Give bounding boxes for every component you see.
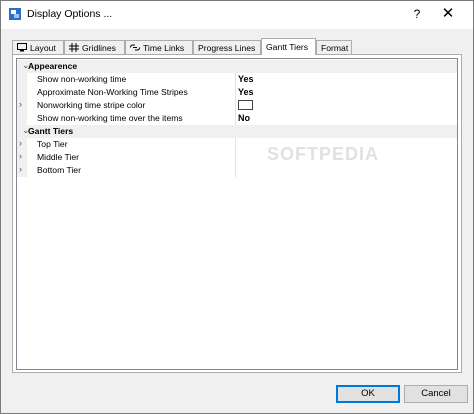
category-appearence[interactable]: ⌄ Appearence bbox=[17, 60, 457, 73]
property-name: Show non-working time bbox=[37, 74, 127, 84]
chevron-right-icon[interactable]: › bbox=[19, 164, 22, 174]
property-value[interactable] bbox=[235, 164, 457, 177]
category-label: Gantt Tiers bbox=[28, 126, 74, 136]
color-swatch[interactable] bbox=[238, 100, 253, 110]
close-button[interactable]: ✕ bbox=[437, 5, 459, 23]
tab-layout[interactable]: Layout bbox=[12, 40, 64, 54]
property-name: Show non-working time over the items bbox=[37, 113, 183, 123]
link-icon bbox=[130, 44, 140, 51]
property-grid: ⌄ Appearence Show non-working time Yes A… bbox=[16, 58, 458, 370]
property-row[interactable]: › Top Tier bbox=[17, 138, 457, 151]
row-gutter bbox=[17, 86, 27, 99]
tab-label: Gantt Tiers bbox=[266, 42, 309, 52]
property-value[interactable] bbox=[235, 99, 457, 112]
property-row[interactable]: › Bottom Tier bbox=[17, 164, 457, 177]
title-bar: Display Options ... ? ✕ bbox=[1, 1, 473, 29]
chevron-right-icon[interactable]: › bbox=[19, 138, 22, 148]
tab-label: Layout bbox=[30, 42, 56, 53]
value-text: Yes bbox=[238, 87, 254, 97]
tab-panel: ⌄ Appearence Show non-working time Yes A… bbox=[12, 54, 462, 373]
row-gutter bbox=[17, 73, 27, 86]
property-name: Approximate Non-Working Time Stripes bbox=[37, 87, 188, 97]
ok-button[interactable]: OK bbox=[336, 385, 400, 403]
watermark: SOFTPEDIA bbox=[267, 144, 380, 164]
property-value[interactable]: Yes bbox=[235, 86, 457, 99]
layout-icon bbox=[17, 43, 27, 52]
property-row[interactable]: Approximate Non-Working Time Stripes Yes bbox=[17, 86, 457, 99]
property-row[interactable]: Show non-working time over the items No bbox=[17, 112, 457, 125]
property-value[interactable]: Yes bbox=[235, 73, 457, 86]
tab-time-links[interactable]: Time Links bbox=[125, 40, 193, 54]
tab-label: Format bbox=[321, 42, 349, 53]
property-value[interactable]: No bbox=[235, 112, 457, 125]
value-text: Yes bbox=[238, 74, 254, 84]
tab-gridlines[interactable]: Gridlines bbox=[64, 40, 125, 54]
window-title: Display Options ... bbox=[27, 8, 113, 20]
tab-label: Progress Lines bbox=[198, 42, 256, 53]
app-icon bbox=[9, 8, 21, 20]
tab-label: Gridlines bbox=[82, 42, 116, 53]
value-text: No bbox=[238, 113, 250, 123]
chevron-right-icon[interactable]: › bbox=[19, 99, 22, 109]
property-name: Middle Tier bbox=[37, 152, 80, 162]
category-gantt-tiers[interactable]: ⌄ Gantt Tiers bbox=[17, 125, 457, 138]
chevron-right-icon[interactable]: › bbox=[19, 151, 22, 161]
gridlines-icon bbox=[69, 43, 79, 52]
row-gutter bbox=[17, 112, 27, 125]
property-name: Top Tier bbox=[37, 139, 68, 149]
tab-label: Time Links bbox=[143, 42, 185, 53]
property-name: Bottom Tier bbox=[37, 165, 81, 175]
tab-gantt-tiers[interactable]: Gantt Tiers bbox=[261, 38, 316, 55]
tab-format[interactable]: Format bbox=[316, 40, 352, 54]
property-row[interactable]: › Nonworking time stripe color bbox=[17, 99, 457, 112]
cancel-button[interactable]: Cancel bbox=[404, 385, 468, 403]
help-button[interactable]: ? bbox=[407, 5, 427, 23]
dialog-window: Display Options ... ? ✕ Layout Gridlines… bbox=[0, 0, 474, 414]
property-row[interactable]: Show non-working time Yes bbox=[17, 73, 457, 86]
tab-progress-lines[interactable]: Progress Lines bbox=[193, 40, 261, 54]
property-name: Nonworking time stripe color bbox=[37, 100, 146, 110]
property-row[interactable]: › Middle Tier bbox=[17, 151, 457, 164]
category-label: Appearence bbox=[28, 61, 78, 71]
